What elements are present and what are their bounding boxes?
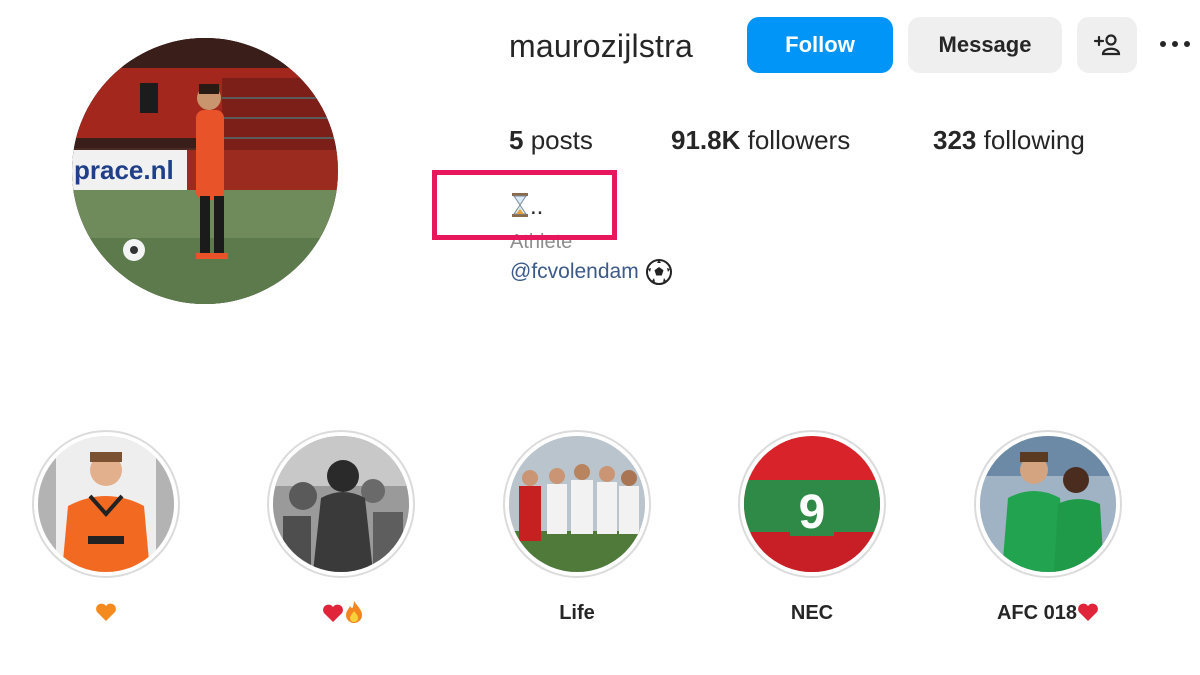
highlight-2-image	[273, 436, 409, 572]
profile-avatar[interactable]: prace.nl	[72, 38, 338, 304]
highlight-5[interactable]	[974, 430, 1122, 578]
followers-count: 91.8K	[671, 125, 741, 155]
highlight-2-label	[243, 600, 443, 627]
highlight-1-label	[6, 600, 206, 626]
bio-tag-link[interactable]: @fcvolendam	[510, 258, 639, 286]
highlight-4[interactable]: 9	[738, 430, 886, 578]
highlight-4-label: NEC	[790, 602, 834, 624]
bio-tag-line: @fcvolendam	[510, 258, 673, 286]
soccer-ball-icon	[645, 259, 672, 285]
following-stat[interactable]: 323 following	[933, 124, 1085, 156]
more-options-icon[interactable]	[1160, 32, 1200, 56]
username: maurozijlstra	[509, 28, 693, 64]
followers-stat[interactable]: 91.8K followers	[671, 124, 850, 156]
highlight-5-label: AFC 018	[948, 600, 1148, 626]
highlight-3-image	[509, 436, 645, 572]
highlight-2[interactable]	[267, 430, 415, 578]
following-label: following	[983, 125, 1085, 155]
posts-stat[interactable]: 5 posts	[509, 124, 593, 156]
orange-heart-icon	[96, 603, 116, 621]
highlight-3[interactable]	[503, 430, 651, 578]
highlight-3-label: Life	[559, 602, 595, 624]
annotation-highlight-box	[432, 170, 617, 240]
following-count: 323	[933, 125, 977, 155]
follow-button[interactable]: Follow	[747, 17, 893, 73]
highlight-5-image	[980, 436, 1116, 572]
highlight-1-image	[38, 436, 174, 572]
add-user-icon	[1093, 34, 1121, 56]
message-button[interactable]: Message	[908, 17, 1062, 73]
jersey-number: 9	[799, 486, 826, 539]
avatar-banner-text: prace.nl	[74, 155, 174, 185]
highlight-4-image: 9	[744, 436, 880, 572]
red-heart-icon	[1078, 603, 1098, 621]
followers-label: followers	[747, 125, 851, 155]
red-heart-icon	[323, 604, 343, 622]
posts-count: 5	[509, 125, 524, 155]
highlight-5-label-text: AFC 018	[996, 602, 1078, 624]
posts-label: posts	[530, 125, 593, 155]
highlight-1[interactable]	[32, 430, 180, 578]
add-user-button[interactable]	[1077, 17, 1137, 73]
fire-icon	[346, 601, 362, 623]
